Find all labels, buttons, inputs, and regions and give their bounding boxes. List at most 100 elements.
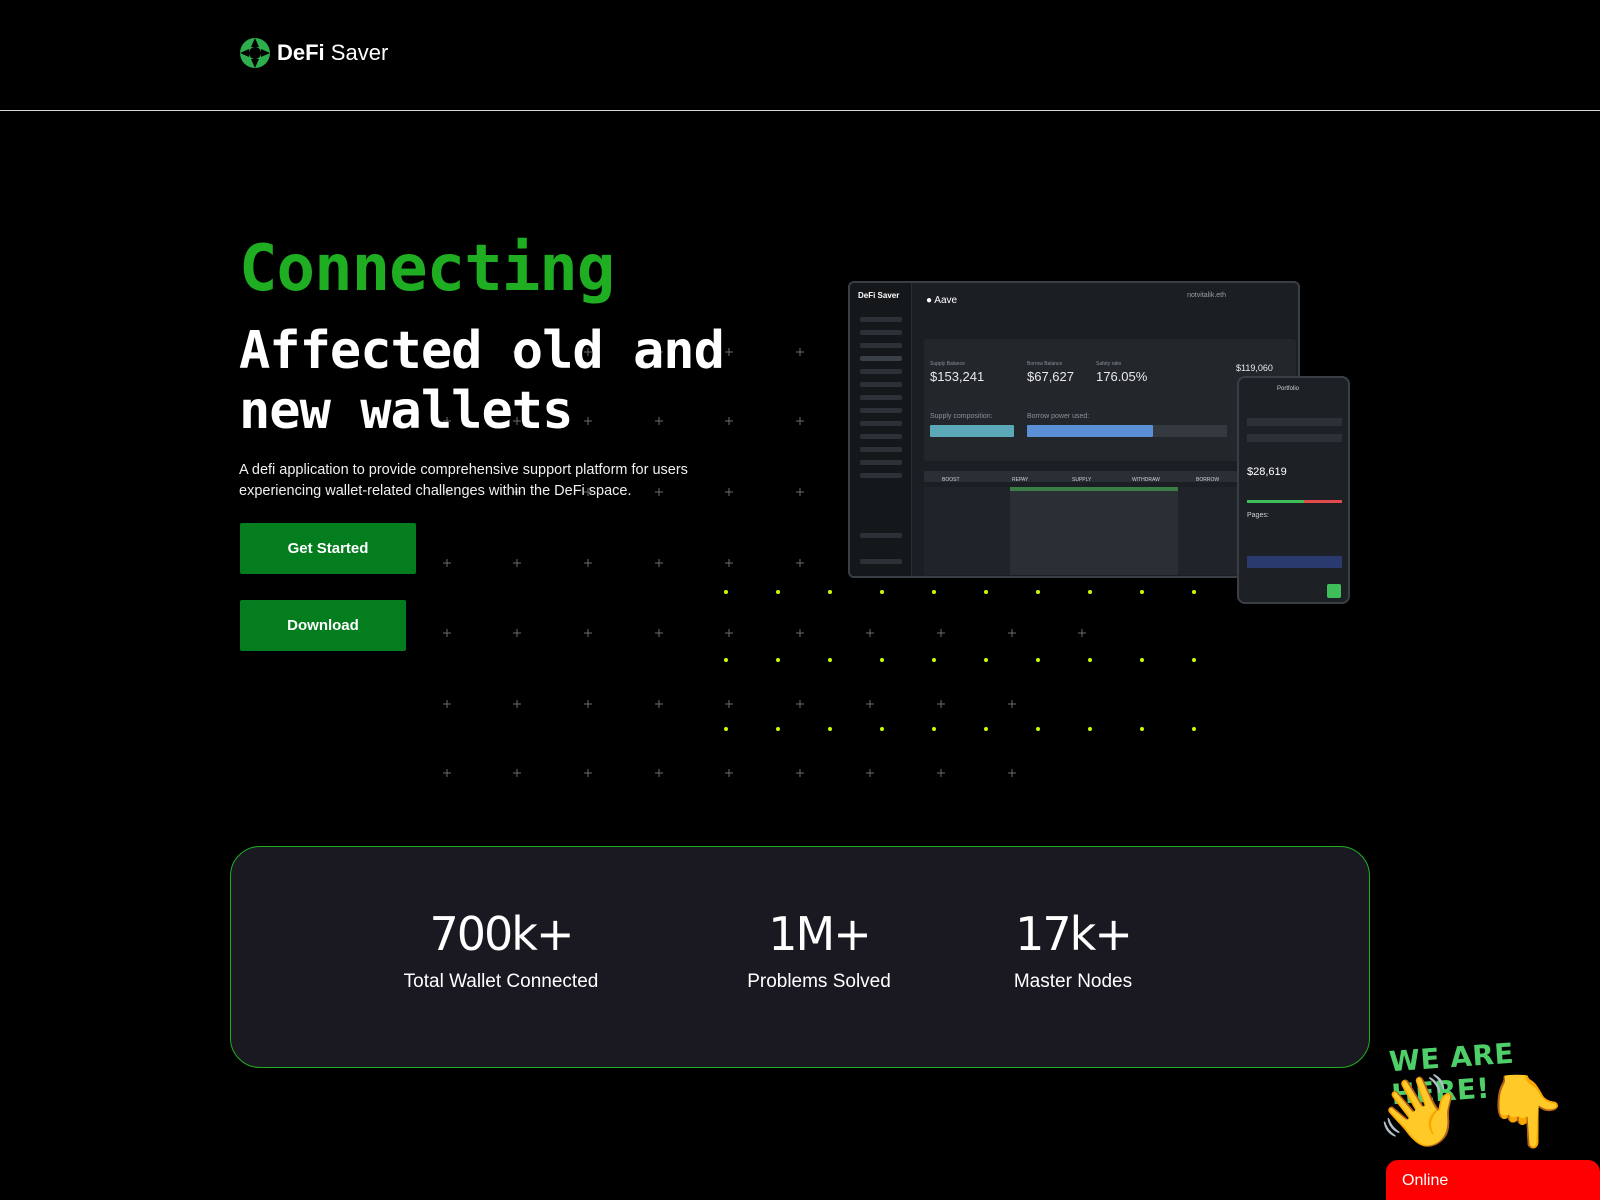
stat-label-nodes: Master Nodes [1013,971,1133,992]
grid-dot [724,658,728,662]
grid-cross [937,769,945,777]
hero-description: A defi application to provide comprehens… [239,462,688,499]
grid-dot [1088,658,1092,662]
tab-withdraw: WITHDRAW [1132,477,1160,483]
grid-cross [725,769,733,777]
logo[interactable]: DeFi Saver [239,37,388,69]
grid-cross [796,348,804,356]
borrow-power-fill [1027,425,1153,437]
grid-cross [725,559,733,567]
grid-cross [866,769,874,777]
mobile-pages-label: Pages: [1247,512,1269,519]
grid-cross [655,559,663,567]
grid-cross [513,700,521,708]
grid-dot [1036,658,1040,662]
mobile-row [1247,434,1342,442]
grid-cross [796,769,804,777]
grid-cross [655,629,663,637]
grid-cross [796,629,804,637]
mobile-portfolio-value: $28,619 [1247,466,1287,478]
grid-dot [776,590,780,594]
grid-dot [776,727,780,731]
grid-cross [655,700,663,708]
online-status-button[interactable]: Online [1386,1160,1600,1200]
mobile-ratio-bar [1247,500,1342,503]
borrow-balance-value: $67,627 [1027,369,1074,384]
tab-boost: BOOST [942,477,960,483]
grid-cross [725,629,733,637]
grid-dot [984,590,988,594]
grid-dot [1192,658,1196,662]
grid-cross [1008,629,1016,637]
grid-dot [880,658,884,662]
grid-cross [866,629,874,637]
waving-hand-icon: 👋 [1376,1072,1464,1150]
grid-cross [443,700,451,708]
mobile-title: Portfolio [1277,386,1300,392]
grid-cross [796,559,804,567]
app-preview-mobile: Portfolio $28,619 Pages: [1237,376,1350,604]
grid-cross [725,700,733,708]
grid-dot [1140,590,1144,594]
grid-cross [513,559,521,567]
grid-dot [776,658,780,662]
grid-dot [828,590,832,594]
grid-cross [443,559,451,567]
grid-cross [584,700,592,708]
grid-cross [937,629,945,637]
grid-cross [443,769,451,777]
grid-dot [1192,590,1196,594]
grid-cross [866,700,874,708]
borrow-power-label: Borrow power used: [1027,413,1090,420]
chat-widget[interactable]: WE ARE HERE! 👋 👇 Online [1372,1028,1600,1200]
grid-cross [1008,700,1016,708]
grid-dot [1036,590,1040,594]
hero-title: Affected old and new wallets [239,321,725,441]
grid-cross [655,769,663,777]
grid-dot [1192,727,1196,731]
grid-dot [880,727,884,731]
mobile-row [1247,418,1342,426]
stat-value-wallets: 700k+ [429,907,575,961]
get-started-button[interactable]: Get Started [240,523,416,574]
grid-cross [513,629,521,637]
grid-cross [796,700,804,708]
online-status-label: Online [1402,1172,1449,1189]
pointing-hand-icon: 👇 [1482,1072,1570,1150]
grid-cross [1008,769,1016,777]
grid-dot [828,658,832,662]
boost-card [1010,487,1178,575]
grid-cross [1078,629,1086,637]
download-button[interactable]: Download [240,600,406,651]
grid-dot [1036,727,1040,731]
mobile-chat-icon [1327,584,1341,598]
grid-dot [828,727,832,731]
grid-dot [932,658,936,662]
grid-cross [796,417,804,425]
supply-composition-bar [930,425,1014,437]
grid-cross [513,769,521,777]
tab-supply: SUPPLY [1072,477,1092,483]
hero-pretitle: Connecting [239,232,615,306]
grid-cross [796,488,804,496]
borrow-limit-value: $119,060 [1236,363,1273,373]
safety-ratio-value: 176.05% [1096,369,1148,384]
grid-dot [724,727,728,731]
stat-label-wallets: Total Wallet Connected [403,971,599,992]
stat-value-nodes: 17k+ [1015,907,1133,961]
safety-ratio-label: Safety ratio [1096,361,1122,367]
grid-cross [937,700,945,708]
borrow-balance-label: Borrow Balance [1027,361,1063,367]
logo-icon [240,38,270,68]
grid-dot [724,590,728,594]
mobile-selected-row [1247,556,1342,568]
app-preview-desktop: DeFi Saver ● Aave notvitalik.eth Supply … [848,281,1300,578]
grid-cross [584,629,592,637]
grid-cross [443,629,451,637]
grid-dot [880,590,884,594]
app-preview-account: notvitalik.eth [1187,292,1226,299]
supply-balance-value: $153,241 [930,369,985,384]
grid-dot [932,727,936,731]
grid-dot [1140,658,1144,662]
app-preview-protocol: ● Aave [926,295,958,306]
